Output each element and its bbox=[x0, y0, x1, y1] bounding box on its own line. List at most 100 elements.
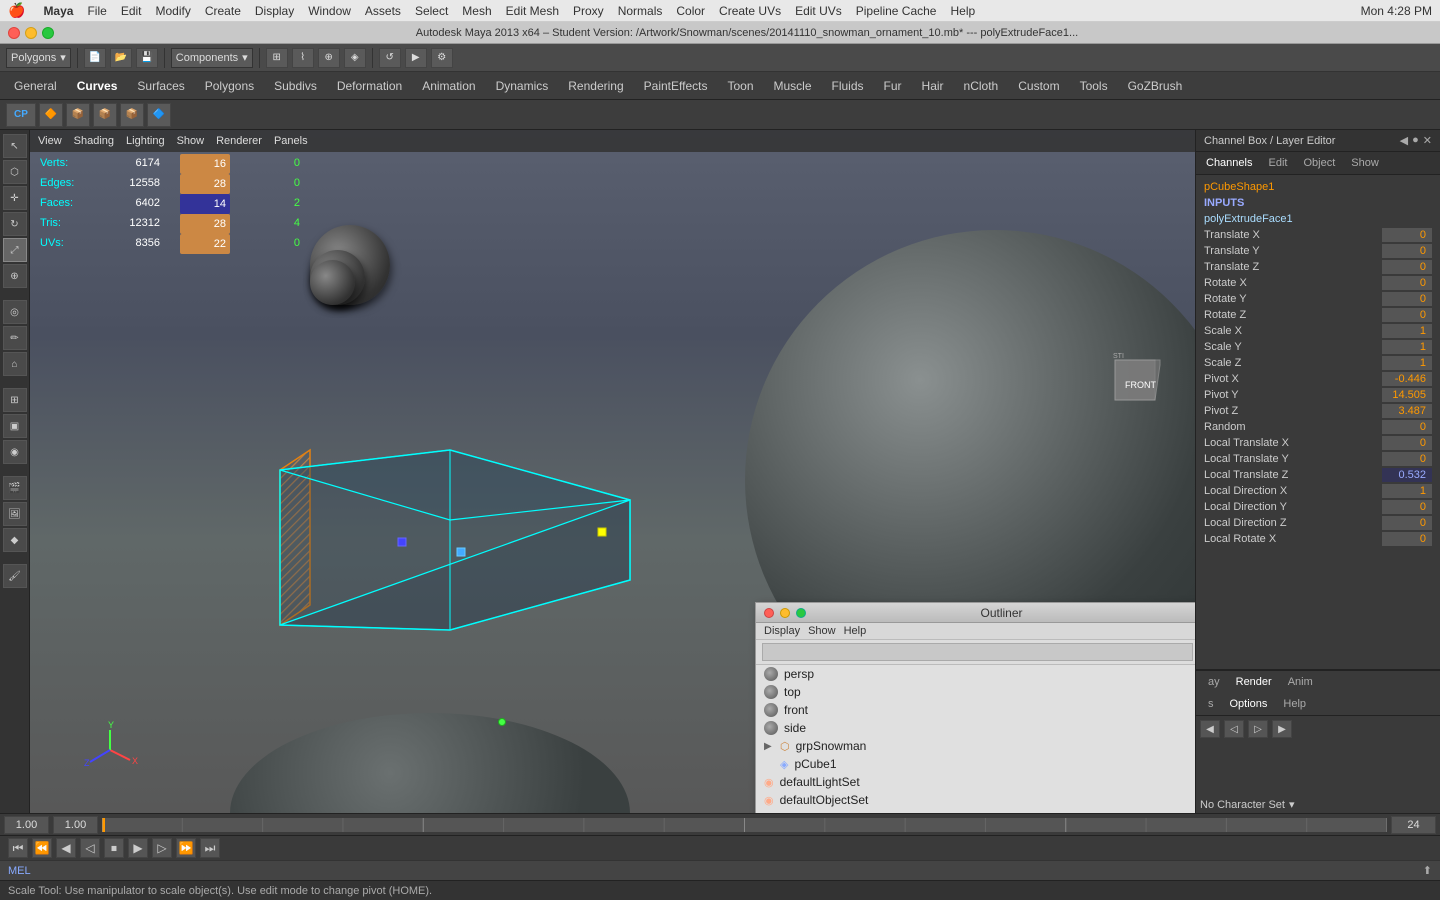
ch-pivot-y-val[interactable]: 14.505 bbox=[1382, 388, 1432, 402]
tab-fluids[interactable]: Fluids bbox=[822, 75, 874, 97]
menu-display[interactable]: Display bbox=[255, 4, 294, 18]
minimize-button[interactable] bbox=[25, 27, 37, 39]
ch-local-direction-y-val[interactable]: 0 bbox=[1382, 500, 1432, 514]
tab-tools[interactable]: Tools bbox=[1070, 75, 1118, 97]
layer-btn-4[interactable]: ▶ bbox=[1272, 720, 1292, 738]
pb-play-fwd[interactable]: ▶ bbox=[128, 838, 148, 858]
layer-btn-3[interactable]: ▷ bbox=[1248, 720, 1268, 738]
ch-header-icon-3[interactable]: ✕ bbox=[1423, 134, 1432, 147]
ch-translate-x-val[interactable]: 0 bbox=[1382, 228, 1432, 242]
sculpt-btn[interactable]: ✏ bbox=[3, 326, 27, 350]
select-tool-btn[interactable]: ↖ bbox=[3, 134, 27, 158]
region-select-btn[interactable]: ▣ bbox=[3, 414, 27, 438]
sub-btn-4[interactable]: 📦 bbox=[120, 103, 144, 127]
tab-gozbrush[interactable]: GoZBrush bbox=[1118, 75, 1193, 97]
outliner-item-front[interactable]: front bbox=[756, 701, 1195, 719]
ch-random[interactable]: Random 0 bbox=[1196, 419, 1440, 435]
outliner-item-defaultlightset[interactable]: ◉ defaultLightSet bbox=[756, 773, 1195, 791]
menu-edit-uvs[interactable]: Edit UVs bbox=[795, 4, 842, 18]
menu-file[interactable]: File bbox=[87, 4, 106, 18]
snap-surface-btn[interactable]: ◈ bbox=[344, 48, 366, 68]
tab-general[interactable]: General bbox=[4, 75, 67, 97]
layer-tab-s[interactable]: s bbox=[1200, 695, 1222, 713]
snap-toggle-btn[interactable]: ⊞ bbox=[3, 388, 27, 412]
menu-maya[interactable]: Maya bbox=[43, 4, 73, 18]
mel-input[interactable] bbox=[35, 865, 1419, 877]
ch-local-direction-y[interactable]: Local Direction Y 0 bbox=[1196, 499, 1440, 515]
pb-stop[interactable]: ⏹ bbox=[104, 838, 124, 858]
ch-pivot-x-val[interactable]: -0.446 bbox=[1382, 372, 1432, 386]
soft-select-btn[interactable]: ◎ bbox=[3, 300, 27, 324]
ch-local-translate-x-val[interactable]: 0 bbox=[1382, 436, 1432, 450]
timeline-range[interactable] bbox=[102, 818, 1387, 832]
sub-btn-5[interactable]: 🔷 bbox=[147, 103, 171, 127]
tab-rendering[interactable]: Rendering bbox=[558, 75, 633, 97]
ch-tab-object[interactable]: Object bbox=[1295, 154, 1343, 172]
ch-rotate-y-val[interactable]: 0 bbox=[1382, 292, 1432, 306]
render-tab-render[interactable]: Render bbox=[1228, 673, 1280, 691]
snap-grid-btn[interactable]: ⊞ bbox=[266, 48, 288, 68]
paint-effects-btn[interactable]: 🖌 bbox=[3, 564, 27, 588]
ch-local-translate-z-val[interactable]: 0.532 bbox=[1382, 468, 1432, 482]
ch-scale-z[interactable]: Scale Z 1 bbox=[1196, 355, 1440, 371]
timeline-current[interactable] bbox=[53, 816, 98, 834]
outliner-show-menu[interactable]: Show bbox=[808, 625, 836, 637]
pb-play-back[interactable]: ◁ bbox=[80, 838, 100, 858]
pb-step-back[interactable]: ⏪ bbox=[32, 838, 52, 858]
ch-pivot-z[interactable]: Pivot Z 3.487 bbox=[1196, 403, 1440, 419]
history-btn[interactable]: ↺ bbox=[379, 48, 401, 68]
ch-pivot-y[interactable]: Pivot Y 14.505 bbox=[1196, 387, 1440, 403]
layer-tab-help[interactable]: Help bbox=[1275, 695, 1314, 713]
outliner-minimize[interactable] bbox=[780, 608, 790, 618]
ch-translate-x[interactable]: Translate X 0 bbox=[1196, 227, 1440, 243]
char-set-arrow[interactable]: ▾ bbox=[1289, 798, 1295, 811]
ch-scale-z-val[interactable]: 1 bbox=[1382, 356, 1432, 370]
render-btn[interactable]: ▶ bbox=[405, 48, 427, 68]
tab-surfaces[interactable]: Surfaces bbox=[127, 75, 194, 97]
tab-toon[interactable]: Toon bbox=[717, 75, 763, 97]
tab-polygons[interactable]: Polygons bbox=[195, 75, 264, 97]
layer-tab-options[interactable]: Options bbox=[1222, 695, 1276, 713]
pb-jump-end[interactable]: ⏭ bbox=[200, 838, 220, 858]
ch-local-direction-x-val[interactable]: 1 bbox=[1382, 484, 1432, 498]
outliner-item-defaultobjectset[interactable]: ◉ defaultObjectSet bbox=[756, 791, 1195, 809]
lighting-menu[interactable]: Lighting bbox=[126, 135, 165, 147]
mode-dropdown[interactable]: Polygons ▾ bbox=[6, 48, 71, 68]
tab-custom[interactable]: Custom bbox=[1008, 75, 1069, 97]
tab-ncloth[interactable]: nCloth bbox=[954, 75, 1009, 97]
ch-random-val[interactable]: 0 bbox=[1382, 420, 1432, 434]
pb-next-frame[interactable]: ▷ bbox=[152, 838, 172, 858]
shading-menu[interactable]: Shading bbox=[74, 135, 114, 147]
ch-local-translate-y-val[interactable]: 0 bbox=[1382, 452, 1432, 466]
tab-dynamics[interactable]: Dynamics bbox=[486, 75, 559, 97]
snap-curve-btn[interactable]: ⌇ bbox=[292, 48, 314, 68]
move-tool-btn[interactable]: ✛ bbox=[3, 186, 27, 210]
menu-window[interactable]: Window bbox=[308, 4, 351, 18]
ch-local-rotate-x-val[interactable]: 0 bbox=[1382, 532, 1432, 546]
pb-prev-frame[interactable]: ◀ bbox=[56, 838, 76, 858]
lasso-tool-btn[interactable]: ⬡ bbox=[3, 160, 27, 184]
menu-modify[interactable]: Modify bbox=[156, 4, 191, 18]
timeline-end[interactable] bbox=[1391, 816, 1436, 834]
sub-btn-3[interactable]: 📦 bbox=[93, 103, 117, 127]
ch-local-direction-x[interactable]: Local Direction X 1 bbox=[1196, 483, 1440, 499]
ch-header-icon-1[interactable]: ◀ bbox=[1400, 134, 1408, 147]
mel-expand-icon[interactable]: ⬆ bbox=[1423, 864, 1432, 877]
ch-tab-channels[interactable]: Channels bbox=[1198, 154, 1260, 172]
outliner-item-persp[interactable]: persp bbox=[756, 665, 1195, 683]
tab-subdivs[interactable]: Subdivs bbox=[264, 75, 327, 97]
paint-select-btn[interactable]: ◉ bbox=[3, 440, 27, 464]
snap-point-btn[interactable]: ⊕ bbox=[318, 48, 340, 68]
universal-manip-btn[interactable]: ⊕ bbox=[3, 264, 27, 288]
settings-btn[interactable]: ⚙ bbox=[431, 48, 453, 68]
ch-translate-y-val[interactable]: 0 bbox=[1382, 244, 1432, 258]
ch-scale-y[interactable]: Scale Y 1 bbox=[1196, 339, 1440, 355]
renderer-menu[interactable]: Renderer bbox=[216, 135, 262, 147]
ch-pivot-z-val[interactable]: 3.487 bbox=[1382, 404, 1432, 418]
show-manip-btn[interactable]: ⌂ bbox=[3, 352, 27, 376]
menu-assets[interactable]: Assets bbox=[365, 4, 401, 18]
ch-translate-z[interactable]: Translate Z 0 bbox=[1196, 259, 1440, 275]
ch-rotate-z-val[interactable]: 0 bbox=[1382, 308, 1432, 322]
outliner-close[interactable] bbox=[764, 608, 774, 618]
close-button[interactable] bbox=[8, 27, 20, 39]
